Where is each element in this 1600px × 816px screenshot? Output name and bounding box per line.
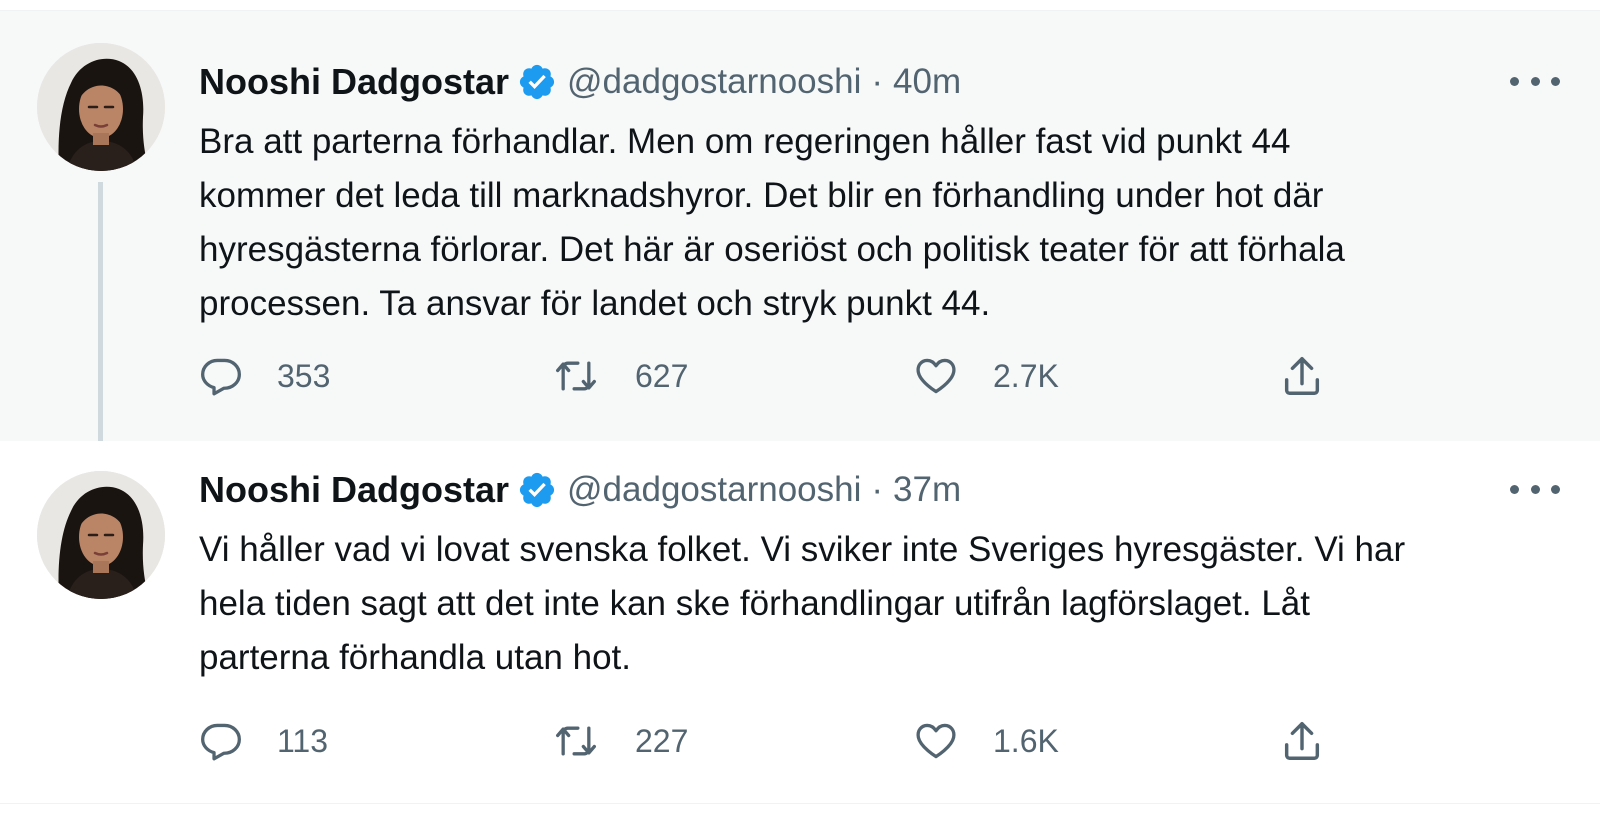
retweet-count: 627 <box>635 357 689 394</box>
tweet-actions: 113 227 1.6K <box>199 716 1359 766</box>
retweet-count: 227 <box>635 722 689 759</box>
author-handle[interactable]: @dadgostarnooshi <box>567 470 861 510</box>
tweet-header: Nooshi Dadgostar @dadgostarnooshi · 40m <box>199 61 961 103</box>
verified-badge-icon <box>517 470 557 510</box>
like-icon <box>916 723 956 759</box>
author-name[interactable]: Nooshi Dadgostar <box>199 61 509 103</box>
reply-icon <box>201 723 241 761</box>
avatar-portrait <box>37 471 165 599</box>
retweet-button[interactable]: 227 <box>551 716 688 766</box>
tweet-header: Nooshi Dadgostar @dadgostarnooshi · 37m <box>199 469 961 511</box>
more-options-icon[interactable] <box>1510 479 1560 499</box>
author-handle[interactable]: @dadgostarnooshi <box>567 62 861 102</box>
verified-badge-icon <box>517 62 557 102</box>
tweet-text: Bra att parterna förhandlar. Men om rege… <box>199 122 1345 323</box>
bottom-divider <box>0 803 1600 816</box>
share-button[interactable] <box>1279 351 1325 401</box>
like-button[interactable]: 2.7K <box>913 351 1059 401</box>
tweet-thread: Nooshi Dadgostar @dadgostarnooshi · 40m … <box>0 0 1600 816</box>
timestamp[interactable]: 37m <box>893 470 961 510</box>
more-options-icon[interactable] <box>1510 71 1560 91</box>
avatar-portrait <box>37 43 165 171</box>
timestamp[interactable]: 40m <box>893 62 961 102</box>
share-button[interactable] <box>1279 716 1325 766</box>
share-icon <box>1284 722 1320 760</box>
like-icon <box>916 358 956 394</box>
separator-dot: · <box>871 470 884 509</box>
like-count: 2.7K <box>993 357 1059 394</box>
reply-count: 113 <box>277 722 329 759</box>
author-name[interactable]: Nooshi Dadgostar <box>199 469 509 511</box>
reply-button[interactable]: 353 <box>199 351 330 401</box>
tweet-text: Vi håller vad vi lovat svenska folket. V… <box>199 530 1406 677</box>
reply-icon <box>201 358 241 396</box>
tweet[interactable]: Nooshi Dadgostar @dadgostarnooshi · 37m … <box>0 441 1600 803</box>
tweet-actions: 353 627 2.7K <box>199 351 1359 401</box>
avatar[interactable] <box>37 471 165 599</box>
separator-dot: · <box>871 62 884 101</box>
tweet[interactable]: Nooshi Dadgostar @dadgostarnooshi · 40m … <box>0 11 1600 441</box>
reply-count: 353 <box>277 357 331 394</box>
retweet-icon <box>556 361 596 391</box>
share-icon <box>1284 357 1320 395</box>
like-button[interactable]: 1.6K <box>913 716 1059 766</box>
retweet-icon <box>556 726 596 756</box>
top-divider <box>0 0 1600 11</box>
thread-connector-line <box>98 182 103 452</box>
avatar[interactable] <box>37 43 165 171</box>
retweet-button[interactable]: 627 <box>551 351 688 401</box>
reply-button[interactable]: 113 <box>199 716 328 766</box>
like-count: 1.6K <box>993 722 1059 759</box>
